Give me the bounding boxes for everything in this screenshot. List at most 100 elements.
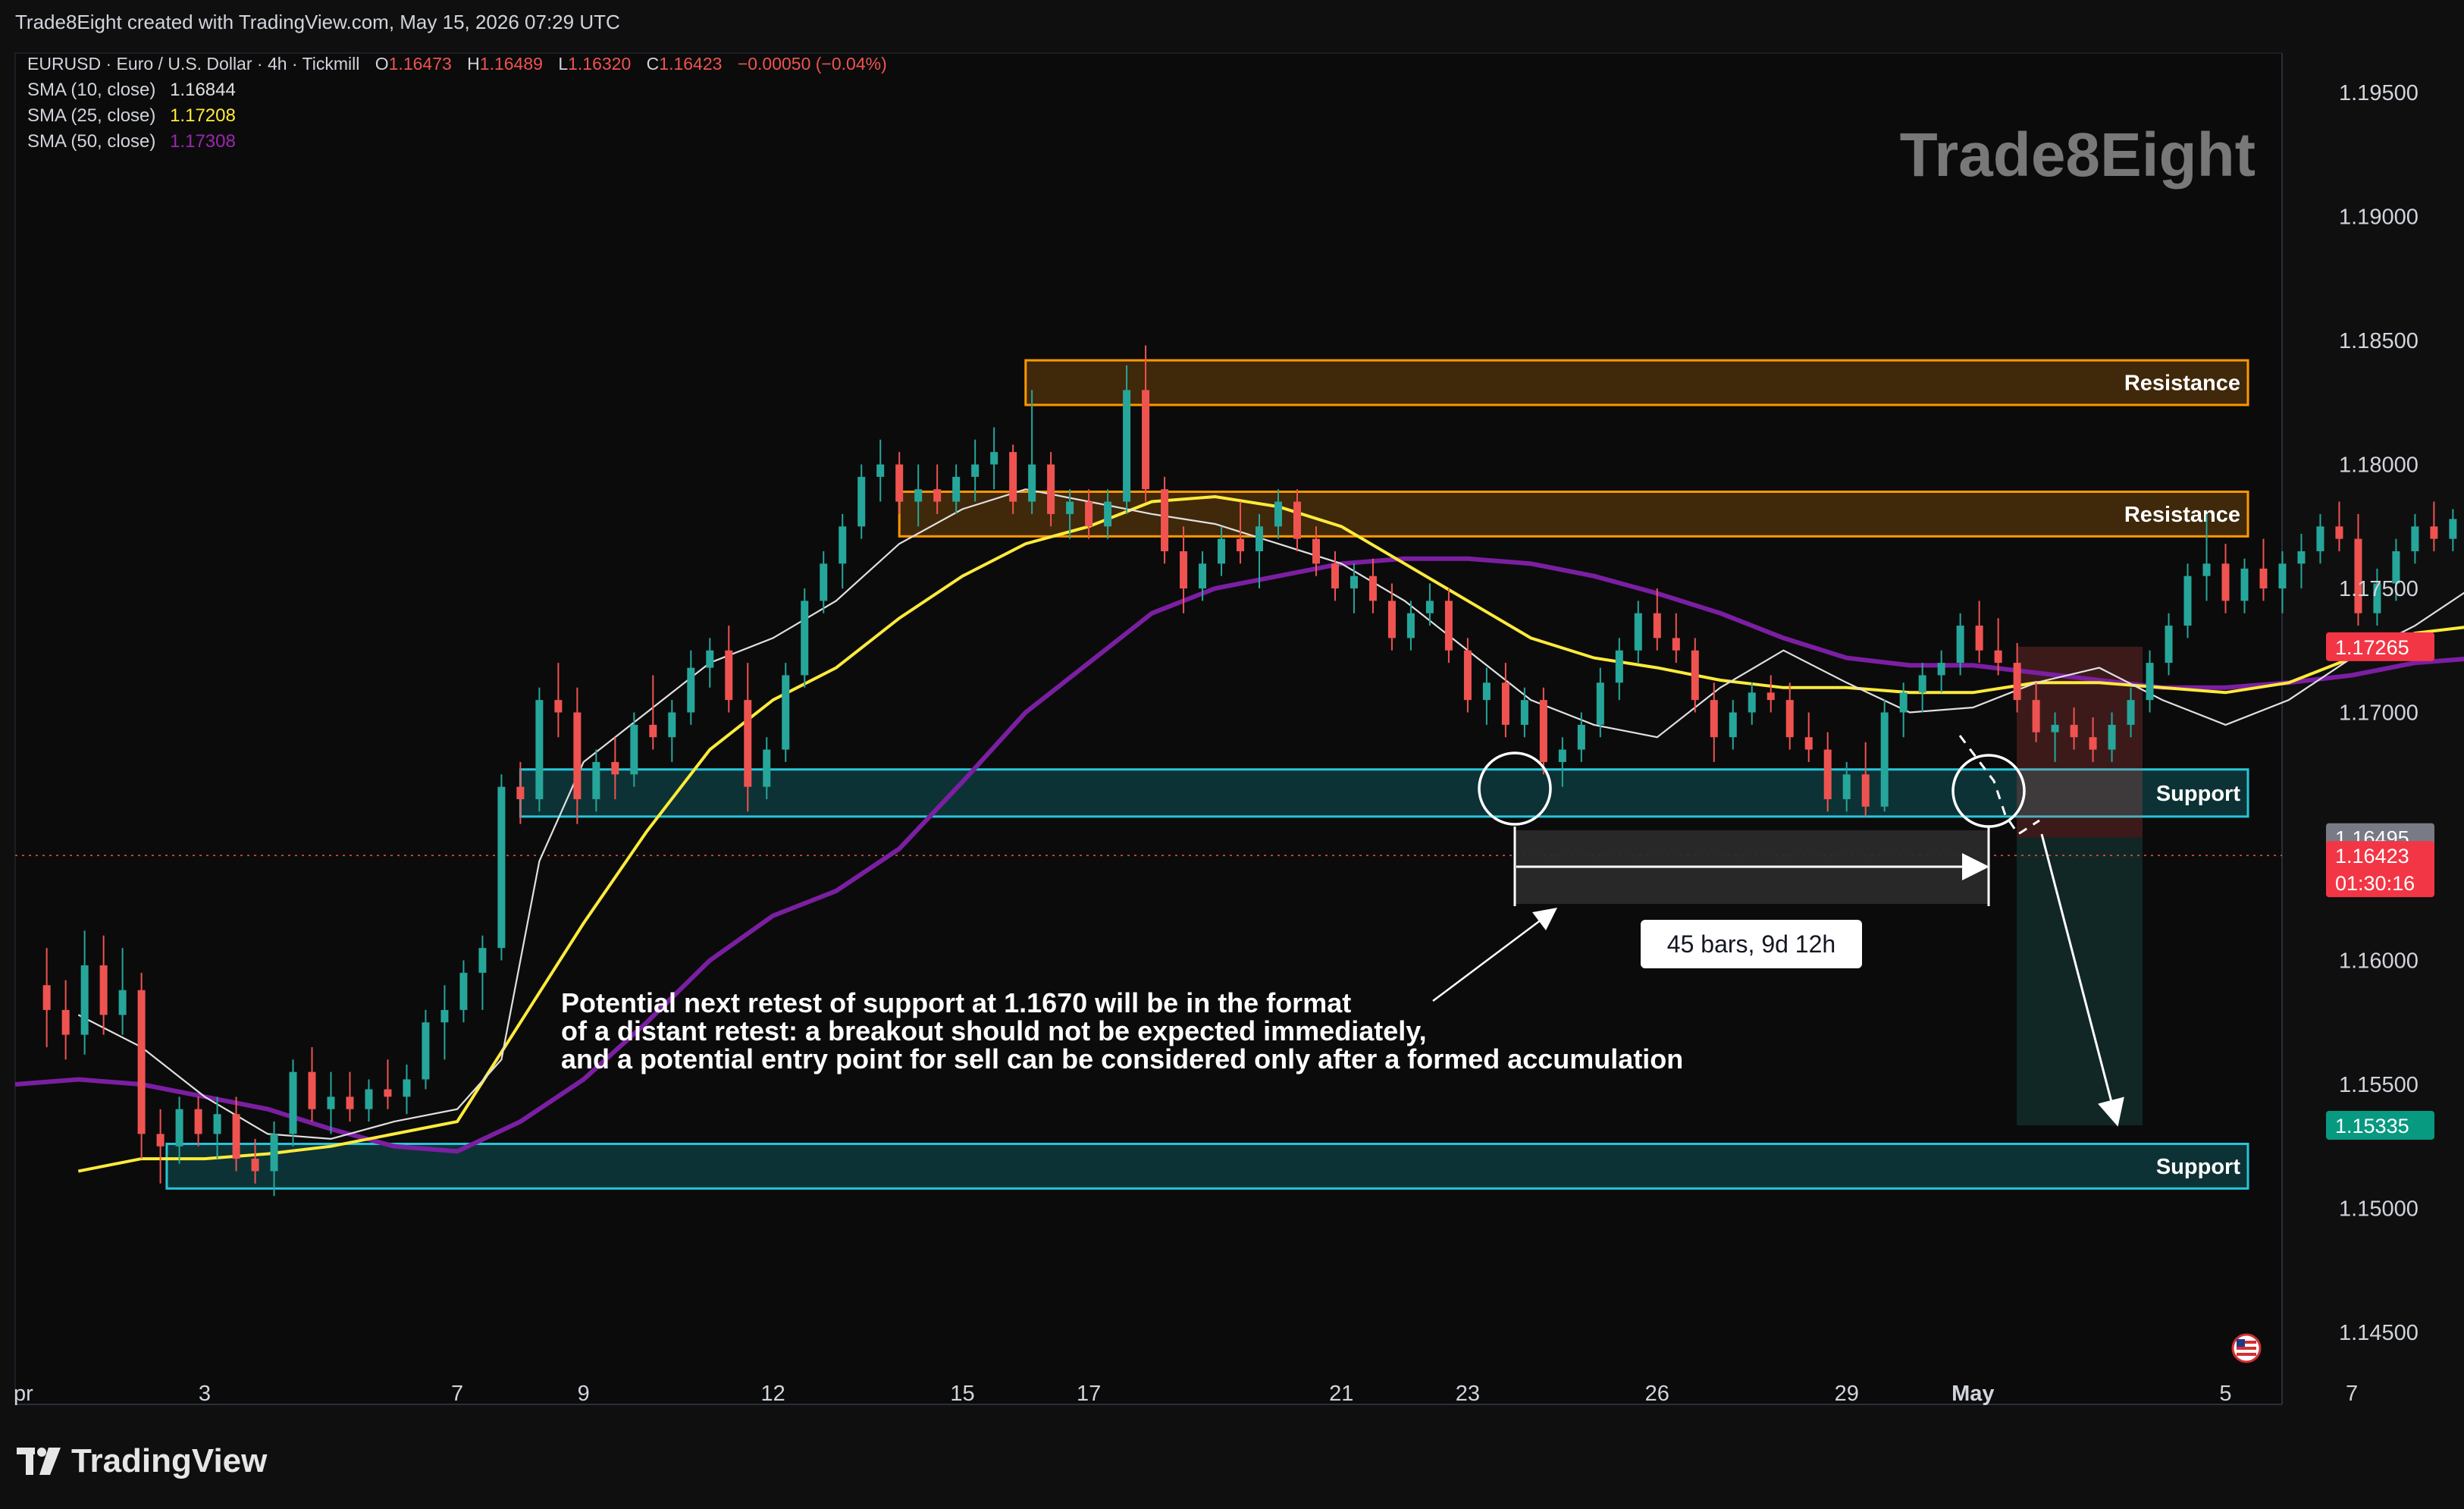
price-tag-value: 1.17265	[2335, 636, 2409, 659]
candle-body	[1577, 724, 1585, 750]
candle-body	[1842, 774, 1851, 799]
candle-body	[1406, 613, 1415, 638]
candle-body	[554, 700, 563, 713]
support-zone-2	[519, 768, 2249, 818]
tradingview-logo[interactable]: TradingView	[17, 1442, 267, 1480]
open-value: 1.16473	[389, 54, 452, 74]
low-value: 1.16320	[568, 54, 631, 74]
candle-body	[403, 1079, 411, 1097]
candle-body	[1691, 650, 1699, 701]
price-axis[interactable]: 1.19500 1.19000 1.18500 1.18000 1.17500 1.170…	[2339, 81, 2419, 1345]
high-value: 1.16489	[480, 54, 543, 74]
watermark-text: Trade8Eight	[1900, 121, 2256, 190]
candle-body	[1237, 538, 1245, 551]
candle-body	[1729, 712, 1737, 738]
candle-body	[1482, 682, 1491, 701]
price-tick-label: 1.15000	[2339, 1197, 2419, 1222]
candle-body	[308, 1071, 316, 1109]
candle-body	[1956, 626, 1964, 664]
candle-body	[175, 1109, 183, 1147]
candle-body	[535, 700, 544, 799]
candle-body	[1615, 650, 1623, 683]
candle-body	[2089, 737, 2097, 750]
us-flag-icon[interactable]	[2231, 1333, 2262, 1363]
close-value: 1.16423	[659, 54, 722, 74]
resistance-zone-label-0: Resistance	[2124, 372, 2240, 396]
candle-body	[2221, 563, 2230, 601]
candle-body	[156, 1134, 165, 1147]
candle-body	[630, 724, 638, 775]
candle-body	[213, 1114, 221, 1134]
annotation-line-3: and a potential entry point for sell can…	[561, 1043, 1683, 1074]
symbol-label: EURUSD · Euro / U.S. Dollar · 4h · Tickm…	[27, 54, 359, 74]
candle-body	[365, 1089, 373, 1109]
candle-body	[478, 948, 487, 973]
support-zone-label-2: Support	[2156, 782, 2240, 806]
price-tick-label: 1.19500	[2339, 81, 2419, 105]
candle-body	[857, 476, 866, 527]
candle-body	[2354, 538, 2362, 613]
candle-body	[782, 675, 790, 750]
candle-body	[1937, 663, 1945, 676]
candle-body	[1293, 501, 1301, 539]
candle-body	[270, 1134, 278, 1172]
time-tick-label: 9	[578, 1382, 590, 1406]
time-tick-label: 7	[451, 1382, 463, 1406]
sma25-label: SMA (25, close)	[27, 105, 155, 126]
price-tag-value: 1.15335	[2335, 1115, 2409, 1137]
candle-body	[251, 1159, 259, 1172]
candle-body	[725, 650, 733, 701]
candle-body	[1994, 650, 2002, 664]
sma10-value: 1.16844	[170, 80, 236, 100]
candle-body	[2449, 519, 2457, 539]
candle-body	[1142, 390, 1150, 490]
price-tick-label: 1.17000	[2339, 701, 2419, 726]
candle-body	[459, 972, 468, 1010]
candle-body	[2108, 724, 2116, 750]
high-label: H	[467, 54, 480, 74]
candle-body	[422, 1022, 430, 1080]
candle-body	[2297, 551, 2306, 564]
price-tick-label: 1.15500	[2339, 1073, 2419, 1097]
time-tick-label: 5	[2219, 1382, 2231, 1406]
candle-body	[990, 452, 998, 465]
tradingview-logo-text: TradingView	[71, 1442, 268, 1479]
candle-body	[876, 464, 885, 477]
candle-body	[1766, 692, 1775, 701]
resistance-zone-0	[1024, 359, 2249, 406]
candle-body	[1596, 682, 1604, 725]
candle-body	[137, 990, 146, 1134]
candle-body	[1463, 650, 1472, 701]
candle-body	[668, 712, 676, 738]
plot-area[interactable]	[14, 52, 2283, 1405]
candle-body	[440, 1009, 449, 1023]
candle-body	[1444, 601, 1453, 651]
candle-body	[1312, 538, 1320, 564]
candle-body	[1975, 626, 1983, 651]
candle-body	[1880, 712, 1889, 807]
time-tick-label: 26	[1645, 1382, 1669, 1406]
support-zone-3	[165, 1142, 2249, 1190]
candle-body	[1274, 501, 1282, 527]
candle-body	[2411, 526, 2419, 551]
measure-label: 45 bars, 9d 12h	[1667, 930, 1835, 958]
candle-body	[1710, 700, 1718, 738]
candle-body	[497, 786, 506, 949]
candle-body	[1861, 774, 1870, 807]
candle-body	[914, 489, 923, 502]
candle-body	[592, 761, 600, 799]
candle-body	[1161, 489, 1169, 551]
candle-body	[801, 601, 809, 676]
candle-body	[573, 712, 582, 799]
close-label: C	[647, 54, 660, 74]
candle-body	[2259, 568, 2268, 588]
price-tick-label: 1.18500	[2339, 329, 2419, 353]
candle-body	[1368, 576, 1377, 601]
candle-body	[1558, 749, 1566, 762]
candle-body	[952, 476, 961, 502]
candle-body	[1028, 464, 1036, 502]
candle-body	[1748, 692, 1756, 713]
chart[interactable]: Resistance Resistance Support Support Trade…	[0, 0, 2464, 1509]
candle-body	[1785, 700, 1794, 738]
candle-body	[1425, 601, 1434, 613]
